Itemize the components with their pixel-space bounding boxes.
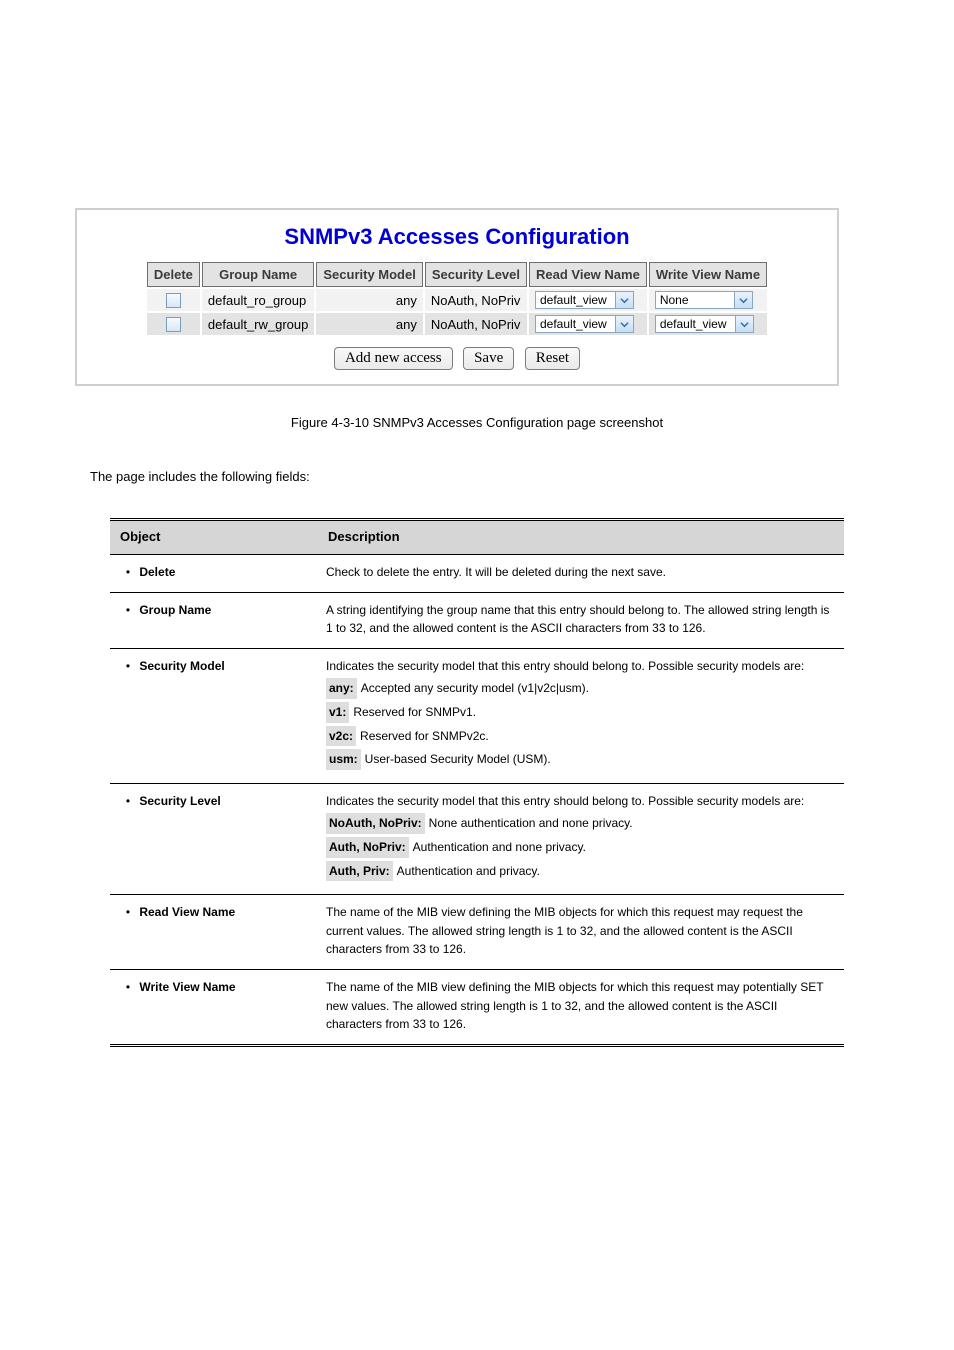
table-row: • Security Level Indicates the security … [110,783,844,894]
object-name: Security Model [139,659,224,673]
cell-security-model: any [316,289,422,311]
object-description: Indicates the security model that this e… [318,783,844,894]
option-text: Accepted any security model (v1|v2c|usm)… [361,681,589,695]
bullet-icon: • [120,601,136,620]
read-view-select[interactable]: default_view [535,291,634,309]
cell-security-level: NoAuth, NoPriv [425,313,527,335]
bullet-icon: • [120,978,136,997]
option-text: None authentication and none privacy. [429,816,633,830]
col-read-view-name: Read View Name [529,262,647,287]
option-term: NoAuth, NoPriv: [326,813,425,834]
option-text: User-based Security Model (USM). [365,752,551,766]
option-text: Authentication and none privacy. [413,840,586,854]
object-description: Indicates the security model that this e… [318,648,844,783]
table-row: default_rw_group any NoAuth, NoPriv defa… [147,313,767,335]
reset-button[interactable]: Reset [525,347,580,370]
delete-checkbox[interactable] [166,293,181,308]
object-description: Check to delete the entry. It will be de… [318,555,844,593]
object-name: Delete [139,565,175,579]
read-view-value: default_view [535,315,616,333]
chevron-down-icon [736,315,754,333]
object-name: Read View Name [139,905,235,919]
table-row: default_ro_group any NoAuth, NoPriv defa… [147,289,767,311]
option-term: v1: [326,702,349,723]
object-description: The name of the MIB view defining the MI… [318,895,844,970]
figure-caption: Figure 4-3-10 SNMPv3 Accesses Configurat… [90,415,864,430]
header-description: Description [318,521,844,555]
write-view-select[interactable]: None [655,291,753,309]
config-panel: SNMPv3 Accesses Configuration Delete Gro… [75,208,839,386]
cell-group-name: default_rw_group [202,313,314,335]
col-security-level: Security Level [425,262,527,287]
col-security-model: Security Model [316,262,422,287]
table-row: • Write View Name The name of the MIB vi… [110,969,844,1043]
desc-lead: Indicates the security model that this e… [326,659,804,673]
cell-security-model: any [316,313,422,335]
add-new-access-button[interactable]: Add new access [334,347,453,370]
accesses-table: Delete Group Name Security Model Securit… [145,260,769,337]
object-name: Security Level [139,794,220,808]
intro-paragraph: The page includes the following fields: [90,467,864,488]
header-object: Object [110,521,318,555]
object-description: The name of the MIB view defining the MI… [318,969,844,1043]
save-button[interactable]: Save [463,347,514,370]
write-view-value: None [655,291,735,309]
option-text: Reserved for SNMPv2c. [360,729,489,743]
desc-lead: Indicates the security model that this e… [326,794,804,808]
bullet-icon: • [120,563,136,582]
col-group-name: Group Name [202,262,314,287]
option-term: any: [326,678,357,699]
cell-security-level: NoAuth, NoPriv [425,289,527,311]
read-view-select[interactable]: default_view [535,315,634,333]
table-row: • Group Name A string identifying the gr… [110,592,844,648]
read-view-value: default_view [535,291,616,309]
option-text: Authentication and privacy. [397,864,540,878]
chevron-down-icon [735,291,753,309]
table-row: • Delete Check to delete the entry. It w… [110,555,844,593]
option-term: Auth, NoPriv: [326,837,409,858]
object-name: Group Name [139,603,211,617]
table-row: • Read View Name The name of the MIB vie… [110,895,844,970]
chevron-down-icon [616,291,634,309]
table-row: • Security Model Indicates the security … [110,648,844,783]
object-description-table: Object Description • Delete Check to del… [110,518,844,1047]
object-description: A string identifying the group name that… [318,592,844,648]
object-name: Write View Name [139,980,235,994]
bullet-icon: • [120,657,136,676]
write-view-value: default_view [655,315,736,333]
option-text: Reserved for SNMPv1. [353,705,476,719]
cell-group-name: default_ro_group [202,289,314,311]
delete-checkbox[interactable] [166,317,181,332]
write-view-select[interactable]: default_view [655,315,754,333]
bullet-icon: • [120,792,136,811]
option-term: Auth, Priv: [326,861,393,882]
option-term: v2c: [326,726,356,747]
panel-title: SNMPv3 Accesses Configuration [77,210,837,260]
col-delete: Delete [147,262,200,287]
col-write-view-name: Write View Name [649,262,767,287]
bullet-icon: • [120,903,136,922]
chevron-down-icon [616,315,634,333]
option-term: usm: [326,749,361,770]
